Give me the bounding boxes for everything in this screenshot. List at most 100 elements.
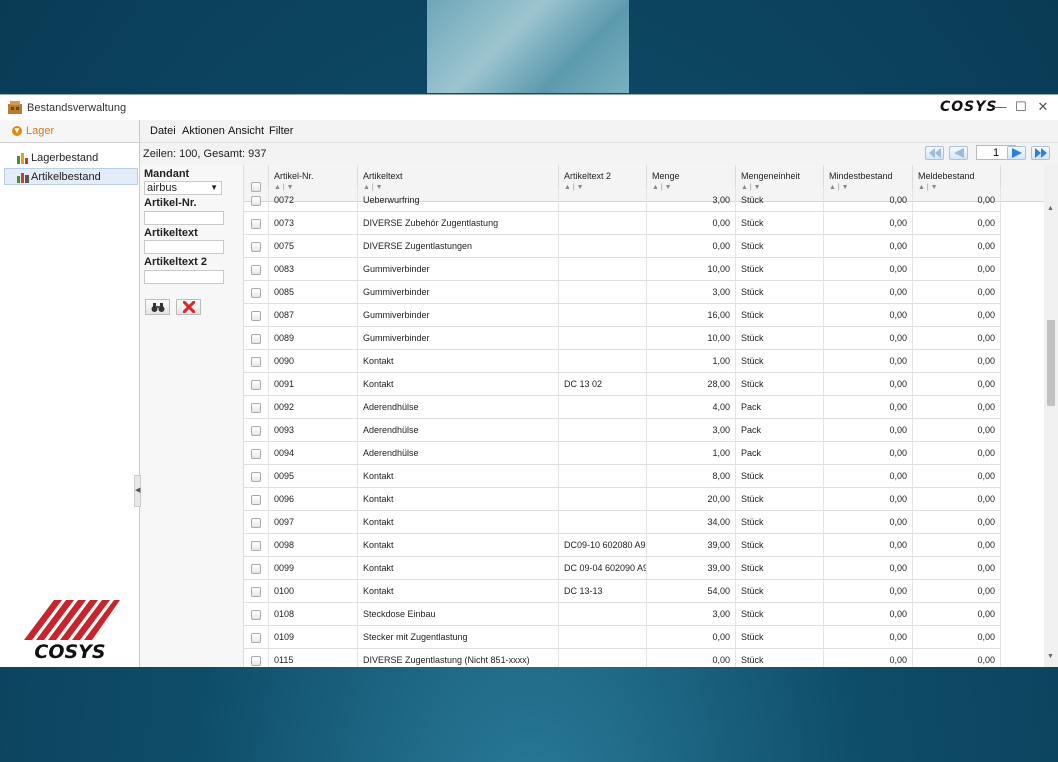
tree-item-lagerbestand[interactable]: Lagerbestand [4,150,138,167]
close-icon[interactable]: ✕ [1035,99,1051,115]
cell-mengeneinheit: Stück [736,488,824,510]
table-row[interactable]: 0100 Kontakt DC 13-13 54,00 Stück 0,00 0,00 [244,580,1001,603]
clear-filter-button[interactable] [176,299,201,315]
cell-menge: 8,00 [647,465,736,487]
table-row[interactable]: 0108 Steckdose Einbau 3,00 Stück 0,00 0,00 [244,603,1001,626]
first-page-button[interactable] [925,146,944,160]
row-checkbox[interactable] [251,448,261,459]
table-row[interactable]: 0093 Aderendhülse 3,00 Pack 0,00 0,00 [244,419,1001,442]
table-row[interactable]: 0091 Kontakt DC 13 02 28,00 Stück 0,00 0,00 [244,373,1001,396]
cell-mindestbestand: 0,00 [824,557,913,579]
row-checkbox[interactable] [251,195,261,206]
vertical-scrollbar[interactable]: ▲ ▼ [1044,165,1058,667]
table-row[interactable]: 0073 DIVERSE Zubehör Zugentlastung 0,00 Stü… [244,212,1001,235]
cell-artikeltext: Aderendhülse [358,396,559,418]
previous-page-icon [954,148,964,158]
cell-artikeltext: Kontakt [358,580,559,602]
next-page-button[interactable] [1007,146,1026,160]
row-select-cell [244,373,269,395]
artikeltext2-input[interactable] [144,270,224,284]
row-select-cell [244,350,269,372]
row-checkbox[interactable] [251,609,261,620]
previous-page-button[interactable] [949,146,968,160]
scrollbar-thumb[interactable] [1047,320,1055,406]
panel-collapse-handle[interactable]: ◀ [134,475,141,507]
cell-meldebestand: 0,00 [913,212,1001,234]
row-select-cell [244,534,269,556]
row-checkbox[interactable] [251,632,261,643]
table-row[interactable]: 0109 Stecker mit Zugentlastung 0,00 Stück 0,… [244,626,1001,649]
table-row[interactable]: 0089 Gummiverbinder 10,00 Stück 0,00 0,00 [244,327,1001,350]
mandant-select[interactable]: airbus ▼ [144,181,222,195]
menu-datei[interactable]: Datei [150,125,176,137]
menu-filter[interactable]: Filter [269,125,293,137]
row-checkbox[interactable] [251,218,261,229]
table-row[interactable]: 0072 Ueberwurfring 3,00 Stück 0,00 0,00 [244,189,1001,212]
tree-item-artikelbestand[interactable]: Artikelbestand [4,168,138,185]
row-select-cell [244,304,269,326]
table-row[interactable]: 0094 Aderendhülse 1,00 Pack 0,00 0,00 [244,442,1001,465]
dropdown-arrow-icon: ▼ [210,183,218,192]
maximize-icon[interactable]: ☐ [1013,99,1029,115]
cell-meldebestand: 0,00 [913,442,1001,464]
scroll-up-icon[interactable]: ▲ [1047,205,1054,212]
table-row[interactable]: 0099 Kontakt DC 09-04 602090 A97 39,00 Stück… [244,557,1001,580]
cell-artikeltext2: DC 09-04 602090 A97 [559,557,647,579]
row-checkbox[interactable] [251,563,261,574]
minimize-icon[interactable]: — [992,99,1008,115]
table-row[interactable]: 0087 Gummiverbinder 16,00 Stück 0,00 0,00 [244,304,1001,327]
table-row[interactable]: 0096 Kontakt 20,00 Stück 0,00 0,00 [244,488,1001,511]
row-checkbox[interactable] [251,287,261,298]
table-row[interactable]: 0090 Kontakt 1,00 Stück 0,00 0,00 [244,350,1001,373]
row-checkbox[interactable] [251,241,261,252]
row-checkbox[interactable] [251,356,261,367]
row-checkbox[interactable] [251,540,261,551]
table-row[interactable]: 0115 DIVERSE Zugentlastung (Nicht 851-xxx… [244,649,1001,667]
row-select-cell [244,189,269,211]
cell-artikel-nr: 0094 [269,442,358,464]
table-row[interactable]: 0098 Kontakt DC09-10 602080 A97 39,00 Stück 0… [244,534,1001,557]
row-checkbox[interactable] [251,471,261,482]
cell-meldebestand: 0,00 [913,396,1001,418]
artikeltext-input[interactable] [144,240,224,254]
last-page-button[interactable] [1031,146,1050,160]
cell-menge: 28,00 [647,373,736,395]
table-row[interactable]: 0085 Gummiverbinder 3,00 Stück 0,00 0,00 [244,281,1001,304]
row-checkbox[interactable] [251,494,261,505]
row-checkbox[interactable] [251,586,261,597]
cell-menge: 0,00 [647,649,736,667]
cell-artikeltext: Aderendhülse [358,442,559,464]
cell-menge: 4,00 [647,396,736,418]
table-row[interactable]: 0097 Kontakt 34,00 Stück 0,00 0,00 [244,511,1001,534]
cell-menge: 1,00 [647,350,736,372]
cell-artikeltext: Kontakt [358,488,559,510]
row-checkbox[interactable] [251,402,261,413]
row-checkbox[interactable] [251,264,261,275]
table-row[interactable]: 0075 DIVERSE Zugentlastungen 0,00 Stück 0,00… [244,235,1001,258]
row-checkbox[interactable] [251,379,261,390]
cell-menge: 3,00 [647,419,736,441]
table-row[interactable]: 0083 Gummiverbinder 10,00 Stück 0,00 0,00 [244,258,1001,281]
table-row[interactable]: 0095 Kontakt 8,00 Stück 0,00 0,00 [244,465,1001,488]
table-row[interactable]: 0092 Aderendhülse 4,00 Pack 0,00 0,00 [244,396,1001,419]
menu-aktionen[interactable]: Aktionen [182,125,225,137]
row-checkbox[interactable] [251,333,261,344]
cell-artikel-nr: 0098 [269,534,358,556]
row-checkbox[interactable] [251,425,261,436]
lager-section-header[interactable]: ▼ Lager [0,120,139,143]
row-checkbox[interactable] [251,310,261,321]
expand-icon: ▼ [12,126,22,136]
cell-mengeneinheit: Pack [736,442,824,464]
cell-artikel-nr: 0073 [269,212,358,234]
cell-artikel-nr: 0099 [269,557,358,579]
search-button[interactable] [145,299,170,315]
lager-section-label: Lager [26,125,55,137]
last-page-icon [1035,148,1047,158]
row-checkbox[interactable] [251,655,261,666]
cell-artikel-nr: 0100 [269,580,358,602]
scroll-down-icon[interactable]: ▼ [1047,653,1054,660]
row-select-cell [244,511,269,533]
artikel-nr-input[interactable] [144,211,224,225]
row-checkbox[interactable] [251,517,261,528]
menu-ansicht[interactable]: Ansicht [228,125,264,137]
